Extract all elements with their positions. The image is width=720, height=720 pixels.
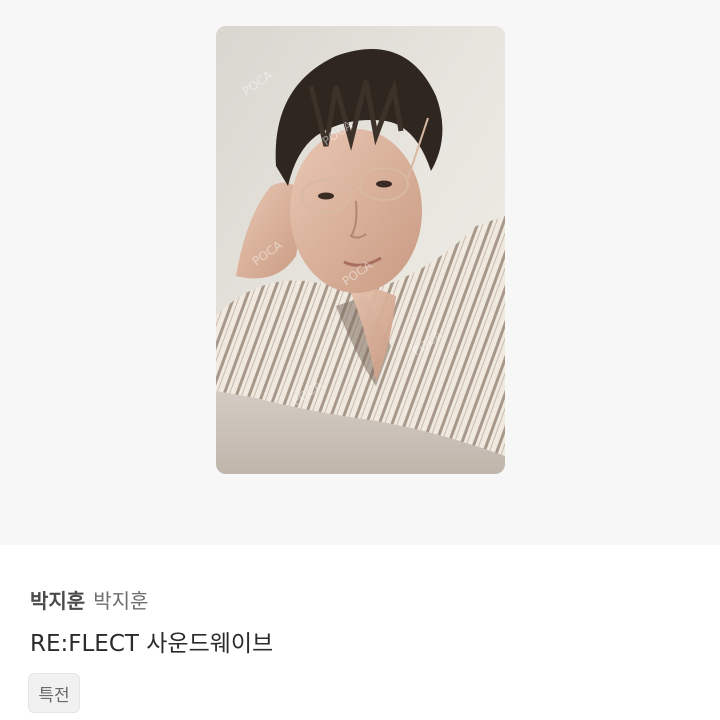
artist-name[interactable]: 박지훈 — [30, 585, 85, 614]
photocard-illustration: POCA POCA POCA POCA POCA POCA — [216, 26, 505, 474]
member-name: 박지훈 — [93, 589, 149, 613]
artist-row: 박지훈 박지훈 — [30, 585, 148, 614]
tag-badge[interactable]: 특전 — [28, 673, 80, 713]
product-title: RE:FLECT 사운드웨이브 — [30, 631, 274, 657]
photocard-image[interactable]: POCA POCA POCA POCA POCA POCA — [216, 26, 505, 474]
product-info: 박지훈 박지훈 RE:FLECT 사운드웨이브 특전 — [0, 545, 720, 720]
listing-page: POCA POCA POCA POCA POCA POCA 박지훈 박지훈 RE… — [0, 0, 720, 720]
product-image-area[interactable]: POCA POCA POCA POCA POCA POCA — [0, 0, 720, 545]
